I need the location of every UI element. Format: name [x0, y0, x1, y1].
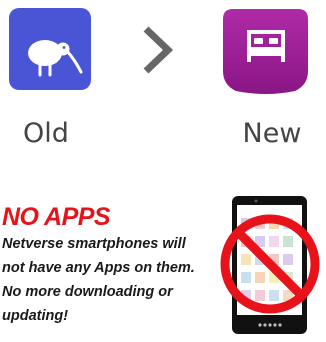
new-app-icon — [221, 9, 310, 94]
kiwi-bird-icon — [28, 40, 83, 77]
old-label: Old — [23, 118, 69, 149]
feature-title: NO APPS — [2, 203, 111, 231]
bed-icon — [223, 9, 308, 94]
chevron-right-icon — [140, 25, 174, 75]
feature-line: Netverse smartphones will — [2, 236, 186, 252]
new-label: New — [242, 118, 302, 149]
feature-line: No more downloading or — [2, 284, 173, 300]
no-apps-phone-icon — [214, 192, 326, 337]
feature-description: Netverse smartphones will not have any A… — [2, 232, 217, 328]
old-app-icon — [9, 8, 91, 90]
feature-line: updating! — [2, 308, 69, 324]
feature-line: not have any Apps on them. — [2, 260, 195, 276]
